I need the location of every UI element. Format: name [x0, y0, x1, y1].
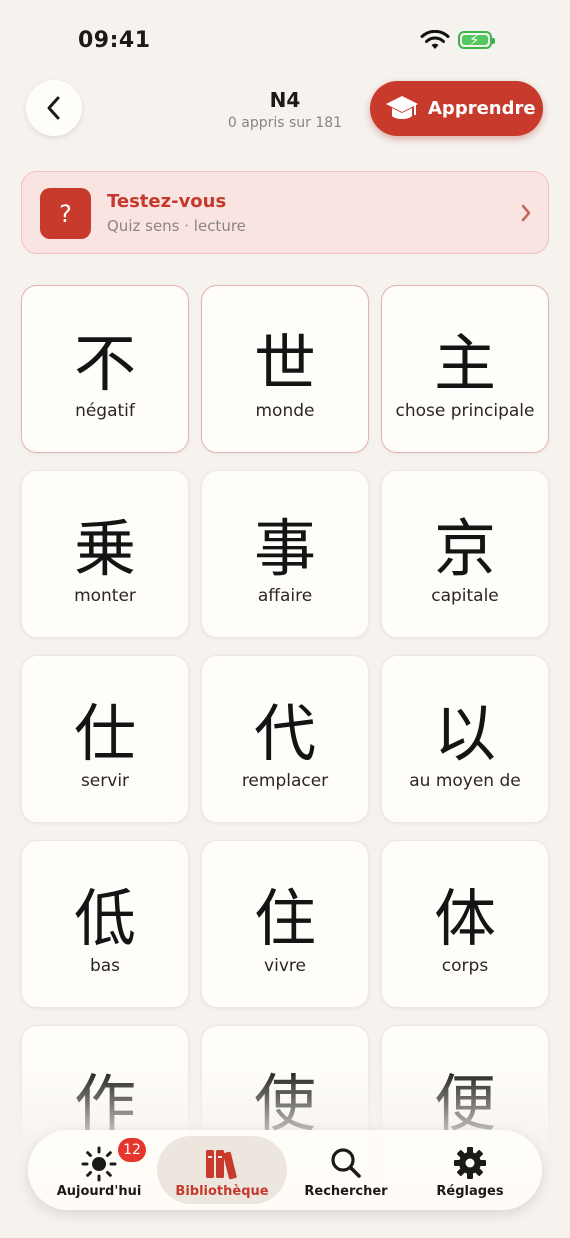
chevron-right-icon	[521, 204, 531, 222]
kanji-meaning: vivre	[264, 956, 306, 976]
kanji-meaning: négatif	[75, 401, 135, 421]
kanji-card[interactable]: 不 négatif	[21, 285, 189, 453]
kanji-character: 主	[433, 327, 496, 400]
wifi-icon	[420, 30, 450, 49]
tab-label: Aujourd'hui	[56, 1184, 142, 1199]
kanji-card[interactable]: 主 chose principale	[381, 285, 549, 453]
kanji-character: 世	[253, 327, 316, 400]
tab-label: Réglages	[436, 1184, 504, 1199]
quiz-title: Testez-vous	[107, 191, 227, 212]
kanji-card[interactable]: 事 affaire	[201, 470, 369, 638]
kanji-card[interactable]: 乗 monter	[21, 470, 189, 638]
kanji-meaning: remplacer	[241, 771, 329, 791]
kanji-card[interactable]: 以 au moyen de	[381, 655, 549, 823]
kanji-card[interactable]: 世 monde	[201, 285, 369, 453]
learn-button[interactable]: Apprendre	[370, 81, 543, 136]
kanji-character: 住	[253, 882, 316, 955]
kanji-character: 低	[73, 882, 136, 955]
kanji-meaning: capitale	[431, 586, 499, 606]
graduation-cap-icon	[386, 95, 418, 119]
kanji-meaning: affaire	[257, 586, 313, 606]
tab-search[interactable]: Rechercher	[281, 1136, 411, 1204]
kanji-meaning: monter	[74, 586, 136, 606]
back-button[interactable]	[26, 80, 82, 136]
chevron-left-icon	[47, 96, 60, 120]
kanji-character: 乗	[73, 512, 136, 585]
tab-settings[interactable]: Réglages	[405, 1136, 535, 1204]
tab-label: Bibliothèque	[175, 1184, 269, 1199]
kanji-character: 京	[433, 512, 496, 585]
tab-label: Rechercher	[304, 1184, 388, 1199]
kanji-card[interactable]: 体 corps	[381, 840, 549, 1008]
tab-bar: 12 Aujourd'hui Bibliothèque Rechercher R…	[28, 1130, 542, 1210]
search-icon	[331, 1148, 361, 1178]
quiz-banner[interactable]: ? Testez-vous Quiz sens · lecture	[21, 171, 549, 254]
tab-library[interactable]: Bibliothèque	[157, 1136, 287, 1204]
learn-button-label: Apprendre	[428, 98, 536, 119]
charging-icon: ⚡	[469, 31, 480, 49]
notification-badge: 12	[118, 1138, 146, 1162]
status-time: 09:41	[78, 28, 151, 53]
kanji-card[interactable]: 低 bas	[21, 840, 189, 1008]
kanji-character: 以	[433, 697, 496, 770]
kanji-card[interactable]: 京 capitale	[381, 470, 549, 638]
quiz-subtitle: Quiz sens · lecture	[107, 217, 246, 235]
kanji-meaning: au moyen de	[409, 771, 521, 791]
kanji-meaning: chose principale	[395, 401, 535, 421]
kanji-character: 体	[433, 882, 496, 955]
kanji-character: 不	[73, 327, 136, 400]
kanji-card[interactable]: 住 vivre	[201, 840, 369, 1008]
question-icon: ?	[40, 188, 91, 239]
kanji-character: 仕	[73, 697, 136, 770]
kanji-character: 代	[253, 697, 316, 770]
kanji-meaning: monde	[255, 401, 315, 421]
kanji-card[interactable]: 仕 servir	[21, 655, 189, 823]
page-title: N4	[269, 88, 301, 112]
status-bar: 09:41 ⚡	[0, 0, 570, 80]
sun-icon	[81, 1146, 117, 1182]
tab-today[interactable]: 12 Aujourd'hui	[34, 1136, 164, 1204]
gear-icon	[454, 1147, 486, 1179]
kanji-meaning: bas	[89, 956, 121, 976]
kanji-meaning: corps	[441, 956, 489, 976]
progress-subtitle: 0 appris sur 181	[227, 115, 343, 131]
kanji-card[interactable]: 代 remplacer	[201, 655, 369, 823]
books-icon	[206, 1150, 237, 1180]
kanji-meaning: servir	[80, 771, 130, 791]
kanji-character: 事	[253, 512, 316, 585]
